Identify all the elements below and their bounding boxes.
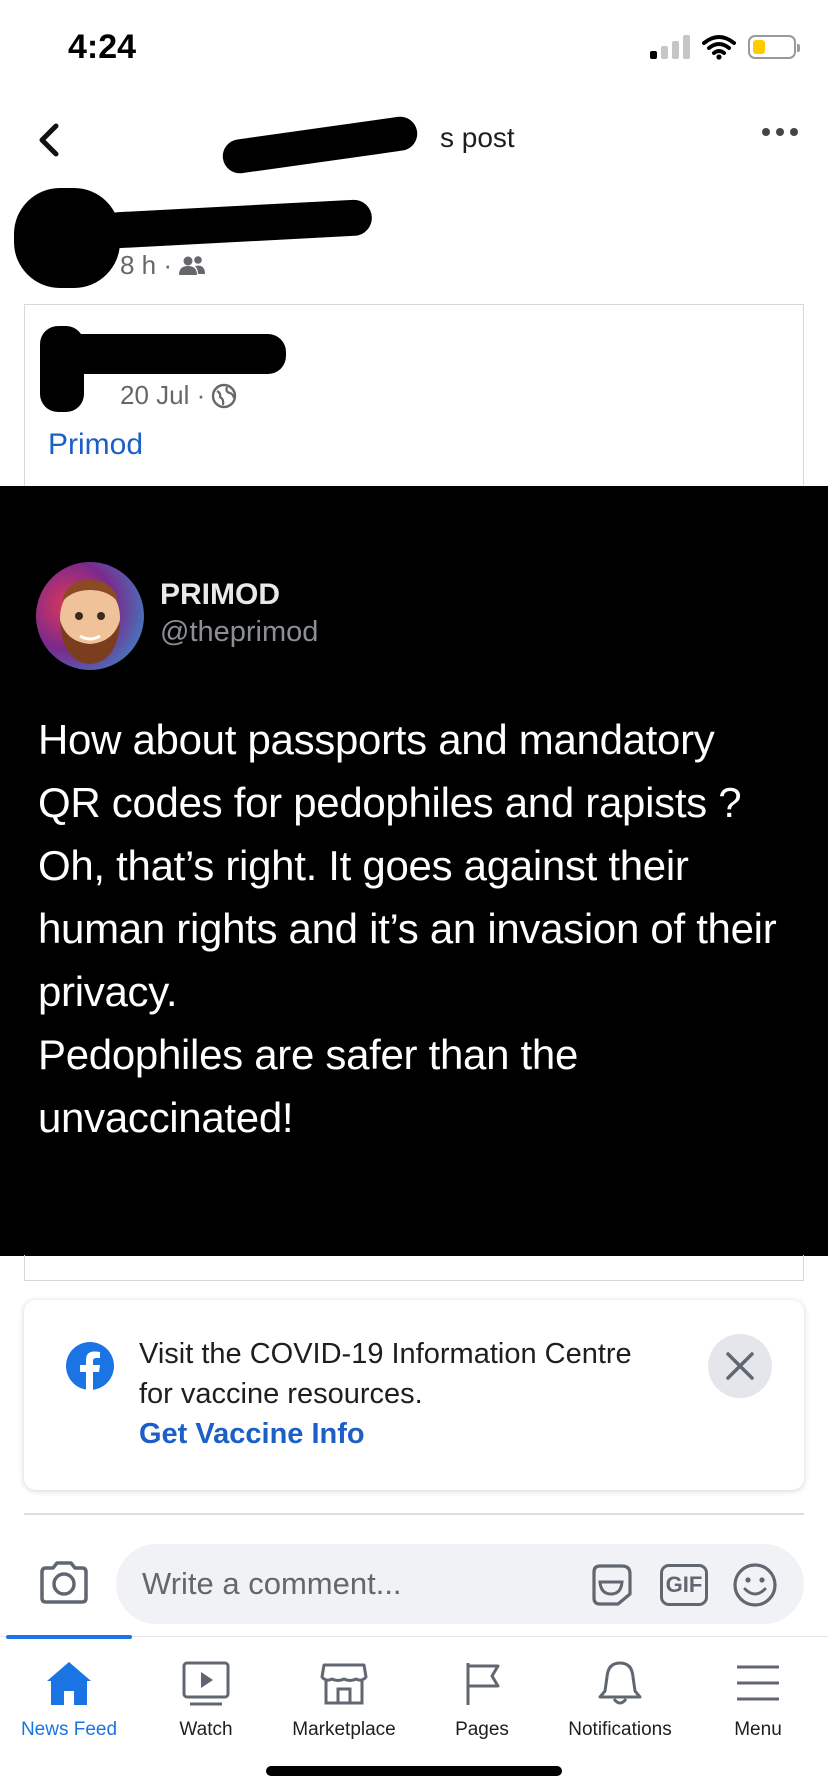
sharer-meta: 8 h · bbox=[120, 250, 206, 281]
tab-label: Marketplace bbox=[292, 1719, 396, 1740]
close-icon bbox=[726, 1352, 754, 1380]
menu-icon bbox=[737, 1665, 779, 1701]
covid-info-message: Visit the COVID-19 Information Centre fo… bbox=[139, 1338, 632, 1410]
tweet-author-name: PRIMOD bbox=[160, 578, 280, 611]
original-post-meta: 20 Jul · bbox=[120, 380, 237, 411]
comment-bar: Write a comment... GIF bbox=[0, 1530, 828, 1636]
back-icon[interactable] bbox=[30, 118, 70, 162]
redaction-mark bbox=[60, 334, 286, 374]
page-title: s post bbox=[440, 122, 515, 153]
close-button[interactable] bbox=[708, 1334, 772, 1398]
tab-notifications[interactable]: Notifications bbox=[551, 1657, 689, 1741]
signal-icon bbox=[650, 35, 690, 59]
status-bar: 4:24 bbox=[0, 0, 828, 100]
get-vaccine-info-link[interactable]: Get Vaccine Info bbox=[139, 1418, 365, 1451]
covid-info-card: Visit the COVID-19 Information Centre fo… bbox=[24, 1300, 804, 1490]
tab-label: Menu bbox=[734, 1719, 782, 1740]
tweet-author-handle: @theprimod bbox=[160, 616, 319, 648]
tweet-text: How about passports and mandatory QR cod… bbox=[38, 716, 777, 1141]
globe-icon bbox=[212, 383, 237, 408]
original-poster-link[interactable]: Primod bbox=[48, 428, 143, 462]
tab-pages[interactable]: Pages bbox=[413, 1657, 551, 1741]
gif-button[interactable]: GIF bbox=[660, 1564, 708, 1606]
avatar bbox=[36, 562, 144, 670]
tab-label: Notifications bbox=[568, 1719, 672, 1740]
tab-news-feed[interactable]: News Feed bbox=[0, 1657, 138, 1741]
sticker-icon[interactable] bbox=[588, 1562, 634, 1608]
shared-post-card-bottom bbox=[24, 1255, 804, 1281]
more-options-icon[interactable] bbox=[762, 128, 798, 136]
watch-icon bbox=[182, 1661, 230, 1706]
battery-icon bbox=[748, 35, 800, 59]
comment-placeholder: Write a comment... bbox=[142, 1566, 402, 1601]
tab-watch[interactable]: Watch bbox=[137, 1657, 275, 1741]
redaction-mark bbox=[99, 198, 373, 250]
camera-icon[interactable] bbox=[38, 1560, 90, 1606]
tab-label: Watch bbox=[179, 1719, 233, 1740]
tab-menu[interactable]: Menu bbox=[689, 1657, 827, 1741]
home-indicator[interactable] bbox=[266, 1766, 562, 1776]
status-icons bbox=[650, 34, 800, 60]
marketplace-icon bbox=[320, 1663, 368, 1705]
home-icon bbox=[47, 1662, 91, 1705]
status-time: 4:24 bbox=[68, 28, 137, 66]
divider bbox=[24, 1513, 804, 1515]
emoji-icon[interactable] bbox=[732, 1562, 778, 1608]
flag-icon bbox=[466, 1663, 500, 1705]
active-tab-indicator bbox=[6, 1635, 132, 1639]
facebook-icon bbox=[66, 1342, 114, 1390]
bell-icon bbox=[598, 1661, 642, 1705]
tab-label: Pages bbox=[455, 1719, 509, 1740]
tab-marketplace[interactable]: Marketplace bbox=[275, 1657, 413, 1741]
tab-label: News Feed bbox=[20, 1719, 118, 1740]
tweet-image: PRIMOD @theprimod How about passports an… bbox=[0, 486, 828, 1256]
original-post-date: 20 Jul · bbox=[120, 380, 206, 410]
wifi-icon bbox=[702, 35, 736, 60]
friends-audience-icon bbox=[179, 255, 206, 275]
post-time: 8 h · bbox=[120, 250, 173, 280]
